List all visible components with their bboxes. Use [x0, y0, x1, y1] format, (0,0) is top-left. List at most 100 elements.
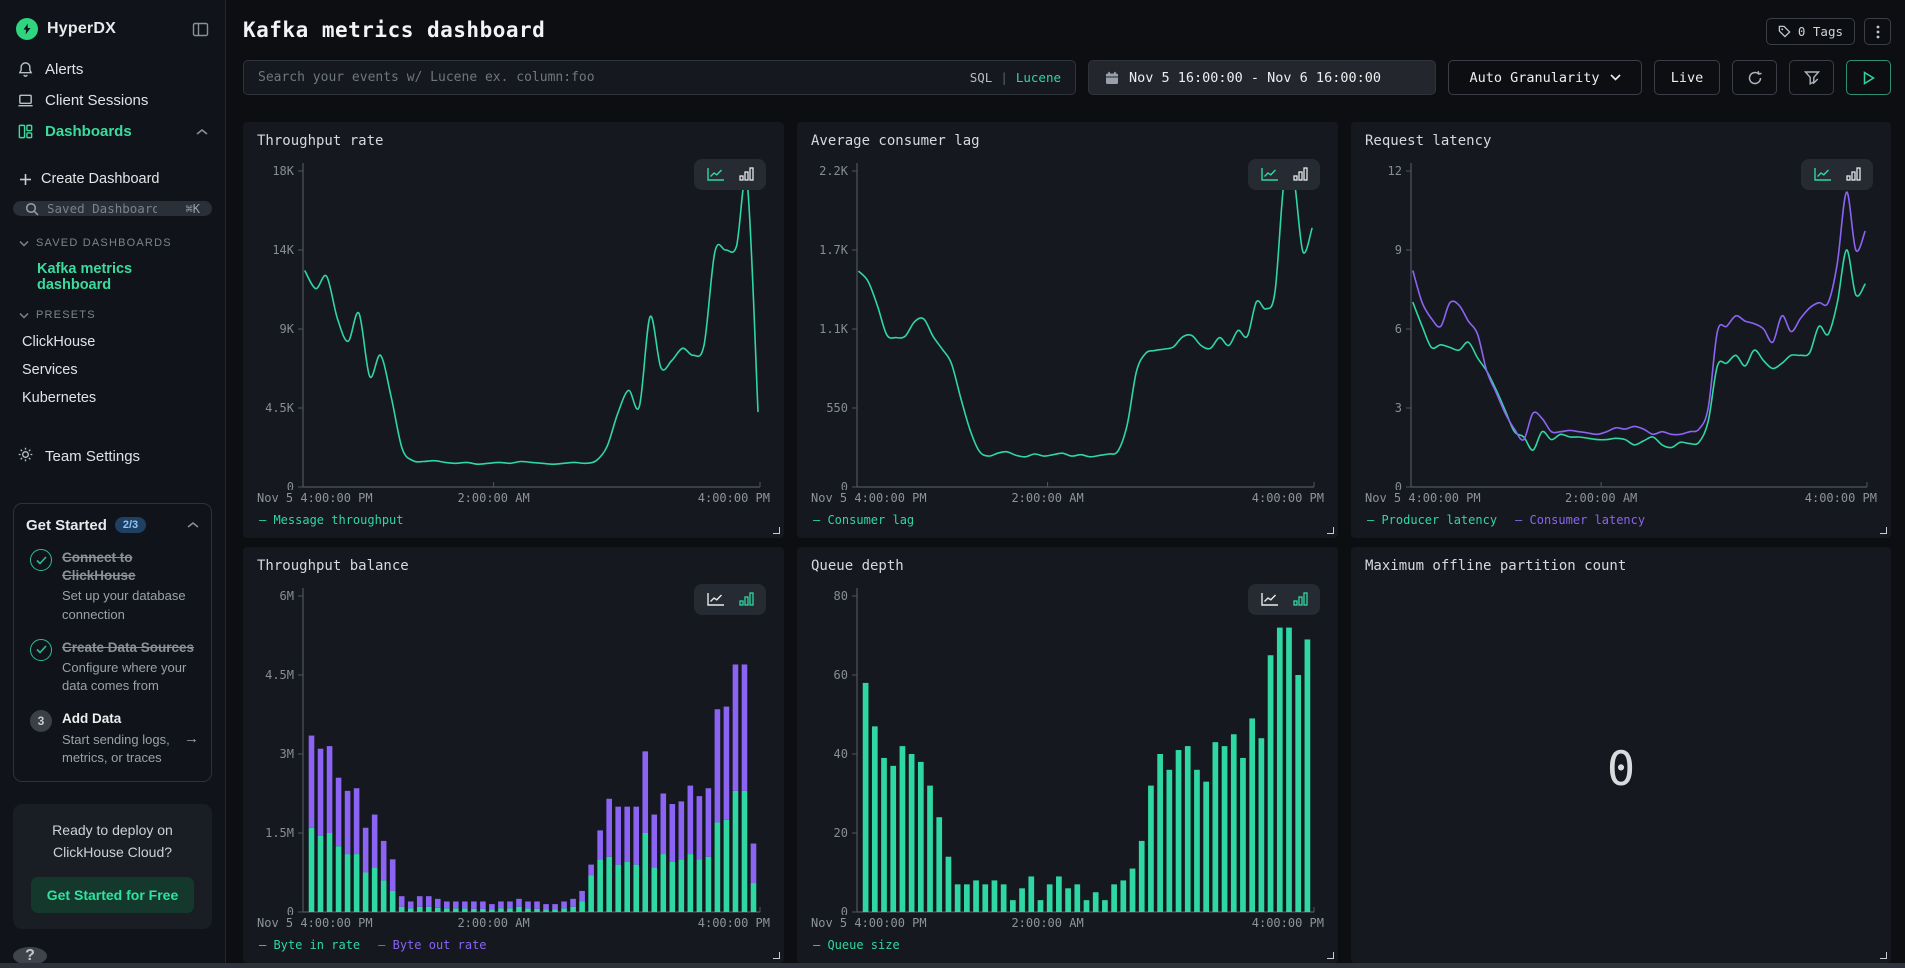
sidebar-item-label: Alerts — [45, 61, 83, 78]
page-title: Kafka metrics dashboard — [243, 18, 545, 42]
clickhouse-cloud-promo: Ready to deploy on ClickHouse Cloud? Get… — [13, 804, 212, 929]
svg-text:0: 0 — [287, 480, 294, 490]
chart-plot[interactable]: 01.5M3M4.5M6MNov 5 4:00:00 PM2:00:00 AM4… — [257, 582, 770, 957]
svg-text:0: 0 — [841, 480, 848, 490]
line-chart-toggle-icon[interactable] — [1813, 167, 1832, 182]
dashboard-grid: Throughput rate 04.5K9K14K18KNov 5 4:00:… — [243, 122, 1891, 963]
chart-type-toggle[interactable] — [694, 584, 766, 615]
resize-handle[interactable] — [773, 952, 780, 959]
chart-title: Queue depth — [811, 558, 1324, 582]
svg-text:18K: 18K — [272, 164, 294, 178]
resize-handle[interactable] — [1327, 952, 1334, 959]
sidebar-item-client-sessions[interactable]: Client Sessions — [13, 85, 212, 116]
line-chart-toggle-icon[interactable] — [1260, 592, 1279, 607]
check-circle-icon — [30, 549, 52, 571]
bar-chart-toggle-icon[interactable] — [739, 167, 754, 182]
chart-type-toggle[interactable] — [1248, 159, 1320, 190]
resize-handle[interactable] — [1327, 527, 1334, 534]
preset-clickhouse[interactable]: ClickHouse — [13, 328, 212, 356]
chart-plot[interactable]: 04.5K9K14K18KNov 5 4:00:00 PM2:00:00 AM4… — [257, 157, 770, 532]
get-started-free-button[interactable]: Get Started for Free — [31, 877, 194, 913]
svg-text:0: 0 — [1395, 480, 1402, 490]
calendar-icon — [1105, 71, 1119, 85]
x-axis-labels: Nov 5 4:00:00 PM2:00:00 AM4:00:00 PM — [1365, 490, 1877, 508]
legend-item[interactable]: — Byte in rate — [259, 938, 360, 952]
bar-chart-toggle-icon[interactable] — [739, 592, 754, 607]
line-chart-toggle-icon[interactable] — [706, 167, 725, 182]
resize-handle[interactable] — [1880, 527, 1887, 534]
chevron-down-icon — [19, 240, 29, 247]
live-button[interactable]: Live — [1654, 60, 1720, 95]
line-chart-toggle-icon[interactable] — [1260, 167, 1279, 182]
chevron-up-icon[interactable] — [196, 123, 208, 140]
preset-kubernetes[interactable]: Kubernetes — [13, 384, 212, 412]
chevron-down-icon — [1610, 74, 1621, 81]
legend-item[interactable]: — Message throughput — [259, 513, 404, 527]
x-axis-labels: Nov 5 4:00:00 PM2:00:00 AM4:00:00 PM — [811, 490, 1324, 508]
preset-services[interactable]: Services — [13, 356, 212, 384]
svg-text:60: 60 — [834, 668, 848, 682]
svg-text:6M: 6M — [280, 589, 294, 603]
chart-plot[interactable]: 020406080Nov 5 4:00:00 PM2:00:00 AM4:00:… — [811, 582, 1324, 957]
sidebar-item-kafka-dashboard[interactable]: Kafka metrics dashboard — [13, 256, 212, 302]
sidebar-item-alerts[interactable]: Alerts — [13, 54, 212, 85]
get-started-step[interactable]: 3 Add Data Start sending logs, metrics, … — [26, 710, 199, 767]
svg-text:3: 3 — [1395, 401, 1402, 415]
chart-card-throughput-balance: Throughput balance 01.5M3M4.5M6MNov 5 4:… — [243, 547, 784, 963]
chart-plot[interactable]: 05501.1K1.7K2.2KNov 5 4:00:00 PM2:00:00 … — [811, 157, 1324, 532]
refresh-button[interactable] — [1732, 60, 1777, 95]
date-range-value: Nov 5 16:00:00 - Nov 6 16:00:00 — [1129, 70, 1381, 86]
bar-chart-toggle-icon[interactable] — [1293, 167, 1308, 182]
x-axis-labels: Nov 5 4:00:00 PM2:00:00 AM4:00:00 PM — [811, 915, 1324, 933]
bar-chart-toggle-icon[interactable] — [1293, 592, 1308, 607]
svg-text:9K: 9K — [280, 322, 295, 336]
get-started-step[interactable]: Create Data Sources Configure where your… — [26, 639, 199, 696]
lucene-mode-toggle[interactable]: Lucene — [1016, 70, 1061, 85]
chart-type-toggle[interactable] — [1248, 584, 1320, 615]
hyperdx-logo-icon — [16, 18, 38, 40]
check-circle-icon — [30, 639, 52, 661]
create-dashboard-button[interactable]: Create Dashboard — [13, 165, 212, 199]
legend-item[interactable]: — Consumer latency — [1515, 513, 1645, 527]
legend-item[interactable]: — Byte out rate — [378, 938, 486, 952]
legend-item[interactable]: — Queue size — [813, 938, 900, 952]
sidebar-item-label: Dashboards — [45, 123, 132, 140]
gear-icon — [17, 446, 34, 467]
chart-plot[interactable]: 036912Nov 5 4:00:00 PM2:00:00 AM4:00:00 … — [1365, 157, 1877, 532]
svg-text:12: 12 — [1388, 164, 1402, 178]
chart-legend: — Queue size — [811, 933, 1324, 957]
main-content: Kafka metrics dashboard 0 Tags SQL | Luc… — [227, 0, 1905, 963]
date-range-picker[interactable]: Nov 5 16:00:00 - Nov 6 16:00:00 — [1088, 60, 1436, 95]
presets-section-header[interactable]: PRESETS — [13, 302, 212, 328]
tag-icon — [1778, 25, 1791, 38]
collapse-sidebar-icon[interactable] — [192, 21, 209, 38]
tags-button[interactable]: 0 Tags — [1766, 18, 1855, 45]
sidebar-item-dashboards[interactable]: Dashboards — [13, 116, 212, 147]
granularity-select[interactable]: Auto Granularity — [1448, 60, 1642, 95]
bar-chart-toggle-icon[interactable] — [1846, 167, 1861, 182]
legend-item[interactable]: — Producer latency — [1367, 513, 1497, 527]
horizontal-scrollbar[interactable] — [0, 963, 1905, 968]
svg-text:6: 6 — [1395, 322, 1402, 336]
event-search-input[interactable] — [244, 70, 970, 85]
chart-card-average-consumer-lag: Average consumer lag 05501.1K1.7K2.2KNov… — [797, 122, 1338, 538]
sql-mode-toggle[interactable]: SQL — [970, 70, 993, 85]
line-chart-toggle-icon[interactable] — [706, 592, 725, 607]
resize-handle[interactable] — [773, 527, 780, 534]
get-started-header[interactable]: Get Started 2/3 — [26, 516, 199, 534]
get-started-step[interactable]: Connect to ClickHouse Set up your databa… — [26, 549, 199, 624]
more-options-button[interactable] — [1864, 18, 1891, 45]
resize-handle[interactable] — [1880, 952, 1887, 959]
sidebar-item-team-settings[interactable]: Team Settings — [13, 438, 212, 475]
saved-dashboards-search[interactable]: ⌘K — [13, 201, 212, 216]
chart-type-toggle[interactable] — [1801, 159, 1873, 190]
chart-legend: — Producer latency — Consumer latency — [1365, 508, 1877, 532]
chevron-up-icon[interactable] — [187, 516, 199, 534]
chart-card-request-latency: Request latency 036912Nov 5 4:00:00 PM2:… — [1351, 122, 1891, 538]
filter-button[interactable] — [1789, 60, 1834, 95]
saved-dashboards-search-input[interactable] — [47, 201, 157, 216]
chart-type-toggle[interactable] — [694, 159, 766, 190]
run-query-button[interactable] — [1846, 60, 1891, 95]
saved-dashboards-section-header[interactable]: SAVED DASHBOARDS — [13, 230, 212, 256]
legend-item[interactable]: — Consumer lag — [813, 513, 914, 527]
